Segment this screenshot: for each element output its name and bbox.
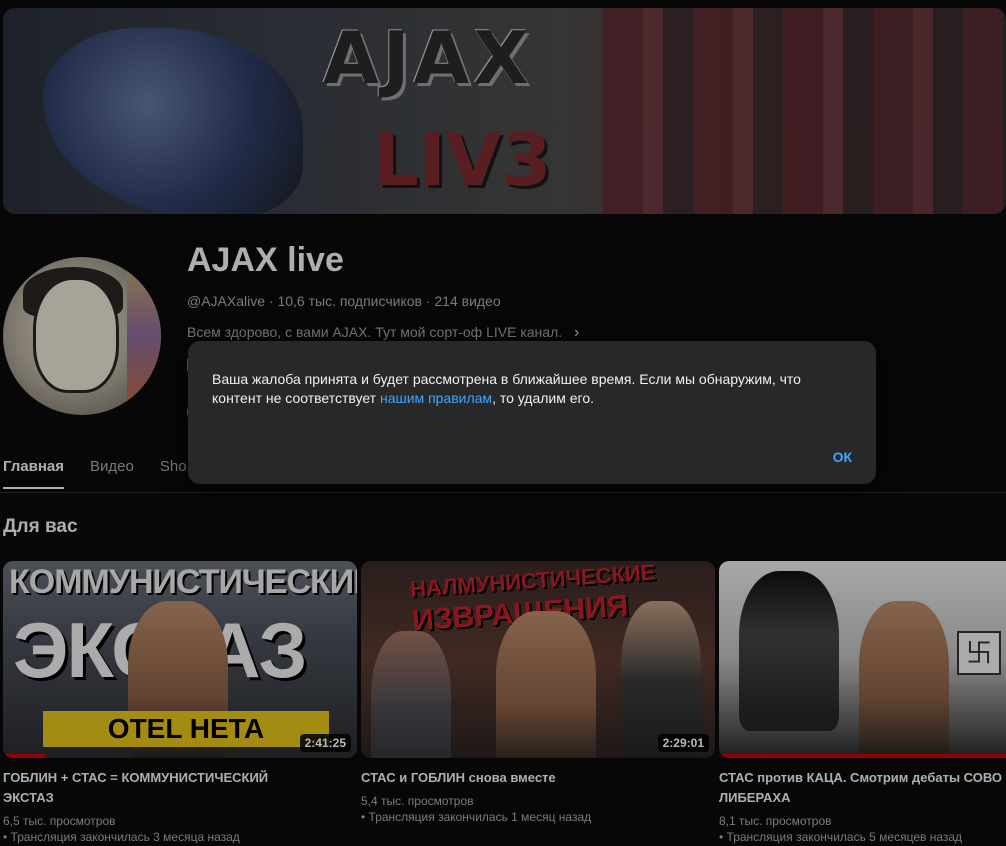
report-confirmation-dialog: Ваша жалоба принята и будет рассмотрена … — [188, 341, 876, 484]
rules-link[interactable]: нашим правилам — [380, 390, 492, 406]
ok-button[interactable]: ОК — [833, 449, 852, 465]
dialog-message: Ваша жалоба принята и будет рассмотрена … — [212, 371, 801, 406]
